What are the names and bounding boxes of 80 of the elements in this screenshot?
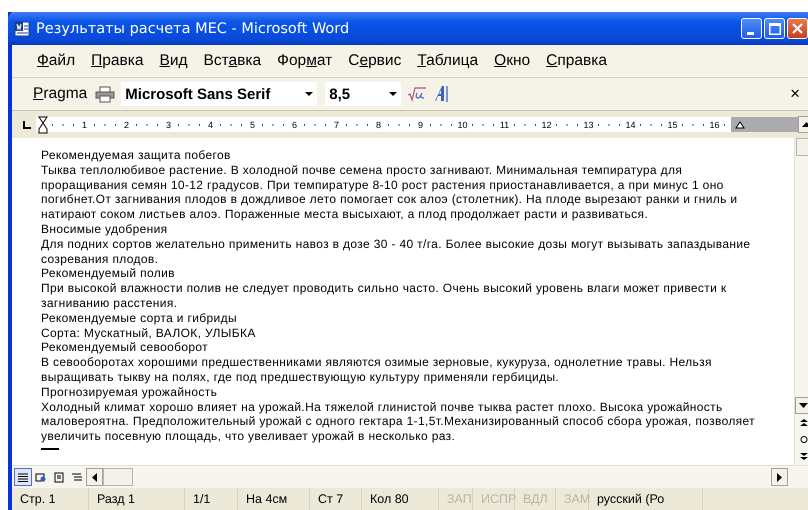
document-paragraph: Тыква теплолюбивое растение. В холодной почве семена просто загнивают. Минимальная темпиратура для проращивания семян 10-12 градусов. При темпиратуре 8-10 рост растения приостанавливается, а при минус 1 оно погибнет.От загнивания плодов в дождливое лето помогает сок алоэ (столетник). На плоде вырезают ранки и гниль и натирают соком листьев алоэ. Пораженные места высыхают, а плод продолжает расти и развиваться. bbox=[41, 162, 738, 222]
ruler-number: 9 bbox=[415, 120, 426, 130]
document-paragraph: Рекомендуемые сорта и гибриды bbox=[41, 310, 238, 326]
status-field: Ст 7 bbox=[312, 488, 362, 510]
menu-item[interactable]: Файл bbox=[29, 52, 84, 70]
scroll-right-button[interactable] bbox=[771, 468, 788, 486]
ruler-number: 11 bbox=[499, 120, 510, 130]
equation-icon[interactable] bbox=[407, 86, 428, 102]
web-view-icon bbox=[35, 472, 47, 482]
ruler-number: 7 bbox=[331, 120, 342, 130]
scroll-thumb[interactable] bbox=[796, 138, 808, 156]
dropdown-icon[interactable] bbox=[305, 92, 314, 96]
down-arrow-icon bbox=[799, 403, 808, 408]
window-title: Результаты расчета МЕС - Microsoft Word bbox=[36, 20, 350, 36]
document-paragraph: В севооборотах хорошими предшественниками являются озимые зерновые, кукуруза, однолетние травы. Нельзя выращивать тыкву на полях, где под предшествующую культуру применяли гербициды. bbox=[41, 355, 713, 385]
close-toolbar-button[interactable]: × bbox=[790, 84, 800, 104]
end-of-document-mark bbox=[41, 448, 59, 450]
print-view-icon bbox=[53, 472, 65, 482]
ruler-number: 13 bbox=[583, 120, 594, 130]
ruler-number: 2 bbox=[121, 120, 132, 130]
ruler-number: 12 bbox=[541, 120, 552, 130]
document-paragraph: При высокой влажности полив не следует проводить сильно часто. Очень высокий уровень влаги может привести к загниванию расстения. bbox=[41, 281, 728, 311]
menu-item[interactable]: Справка bbox=[538, 52, 615, 70]
document-icon bbox=[14, 20, 30, 36]
left-arrow-icon bbox=[92, 472, 97, 482]
document-paragraph: Вносимые удобрения bbox=[41, 222, 169, 237]
status-field: Кол 80 bbox=[364, 488, 439, 510]
outline-view-icon bbox=[71, 472, 83, 482]
minimize-icon bbox=[746, 32, 754, 34]
scroll-down-button[interactable] bbox=[795, 397, 808, 414]
document-paragraph: Сорта: Мускатный, ВАЛОК, УЛЫБКА bbox=[41, 326, 257, 340]
ruler-number: 5 bbox=[247, 120, 258, 130]
menu-item[interactable]: Сервис bbox=[340, 52, 410, 70]
size-combo[interactable]: 8,5 bbox=[325, 82, 402, 106]
maximize-icon bbox=[768, 22, 780, 34]
menu-item[interactable]: Вставка bbox=[196, 52, 270, 70]
font-combo[interactable]: Microsoft Sans Serif bbox=[121, 82, 318, 106]
right-arrow-icon bbox=[777, 472, 782, 482]
status-field: 1/1 bbox=[187, 488, 238, 510]
ruler-number: 8 bbox=[373, 120, 384, 130]
menu-item[interactable]: Вид bbox=[151, 52, 196, 70]
browse-object-icon[interactable] bbox=[798, 435, 808, 444]
status-field: На 4см bbox=[240, 488, 310, 510]
status-field: Стр. 1 bbox=[14, 488, 89, 510]
menu-item[interactable]: Правка bbox=[83, 52, 152, 70]
normal-view-button[interactable] bbox=[14, 468, 32, 486]
ruler-number: 6 bbox=[289, 120, 300, 130]
dropdown-icon[interactable] bbox=[389, 92, 398, 96]
printer-icon[interactable] bbox=[95, 86, 116, 102]
ruler-number: 4 bbox=[205, 120, 216, 130]
document-paragraph: Для подних сортов желательно применить навоз в дозе 30 - 40 т/га. Более высокие дозы могут вызывать запаздывание созревания плодов. bbox=[41, 236, 752, 266]
normal-view-icon bbox=[17, 472, 29, 482]
ruler-number: 14 bbox=[625, 120, 636, 130]
menu-item[interactable]: Окно bbox=[486, 52, 538, 70]
close-button[interactable] bbox=[787, 18, 808, 39]
tab-stop-icon[interactable] bbox=[22, 120, 32, 130]
indent-marker-icon[interactable] bbox=[38, 116, 48, 134]
style-button[interactable]: Pragma bbox=[33, 85, 90, 103]
menu-item[interactable]: Формат bbox=[269, 52, 340, 70]
document-paragraph: Рекомендуемый севооборот bbox=[41, 340, 210, 356]
ruler-number: 16 bbox=[709, 120, 720, 130]
document-paragraph: Прогнозируемая урожайность bbox=[41, 384, 218, 400]
previous-page-icon[interactable] bbox=[798, 418, 808, 427]
status-field: русский (Ро bbox=[591, 488, 703, 510]
document-paragraph: Рекомендуемый полив bbox=[41, 266, 176, 282]
maximize-button[interactable] bbox=[764, 18, 785, 39]
right-indent-icon[interactable] bbox=[735, 120, 745, 128]
ruler-number: 15 bbox=[667, 120, 678, 130]
ruler-number: 3 bbox=[163, 120, 174, 130]
scroll-left-button[interactable] bbox=[86, 468, 103, 486]
close-icon bbox=[792, 23, 803, 34]
horizontal-scroll-thumb[interactable] bbox=[103, 468, 133, 486]
menu-item[interactable]: Таблица bbox=[409, 52, 486, 70]
document-paragraph: Холодный климат хорошо влияет на урожай.На тяжелой глинистой почве тыква растет плохо. Высока урожайность маловероятна. Предположительный урожай с одного гектара 1-1,5т.Механизированный способ сбора урожая, позволяет увеличить посевную площадь, что увеливает урожай в несколько раз. bbox=[41, 400, 756, 444]
document-paragraph: Рекомендуемая защита побегов bbox=[41, 148, 232, 163]
vertical-scrollbar[interactable] bbox=[794, 138, 808, 465]
ruler-number: 10 bbox=[457, 120, 468, 130]
status-field: Разд 1 bbox=[91, 488, 185, 510]
next-page-icon[interactable] bbox=[798, 452, 808, 461]
minimize-button[interactable] bbox=[741, 18, 762, 39]
